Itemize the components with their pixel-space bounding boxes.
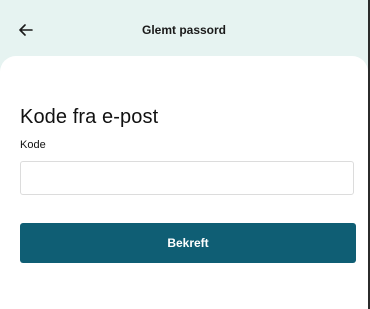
section-heading: Kode fra e-post xyxy=(20,106,159,128)
app-header: Glemt passord xyxy=(0,0,368,60)
page-title: Glemt passord xyxy=(141,23,227,37)
screen: Glemt passord Kode fra e-post Kode Bekre… xyxy=(0,0,370,309)
code-field-label: Kode xyxy=(20,139,46,151)
confirm-button-label: Bekreft xyxy=(167,236,209,250)
code-input[interactable] xyxy=(20,161,354,195)
content-card: Kode fra e-post Kode Bekreft xyxy=(0,56,368,309)
confirm-button[interactable]: Bekreft xyxy=(20,223,356,263)
